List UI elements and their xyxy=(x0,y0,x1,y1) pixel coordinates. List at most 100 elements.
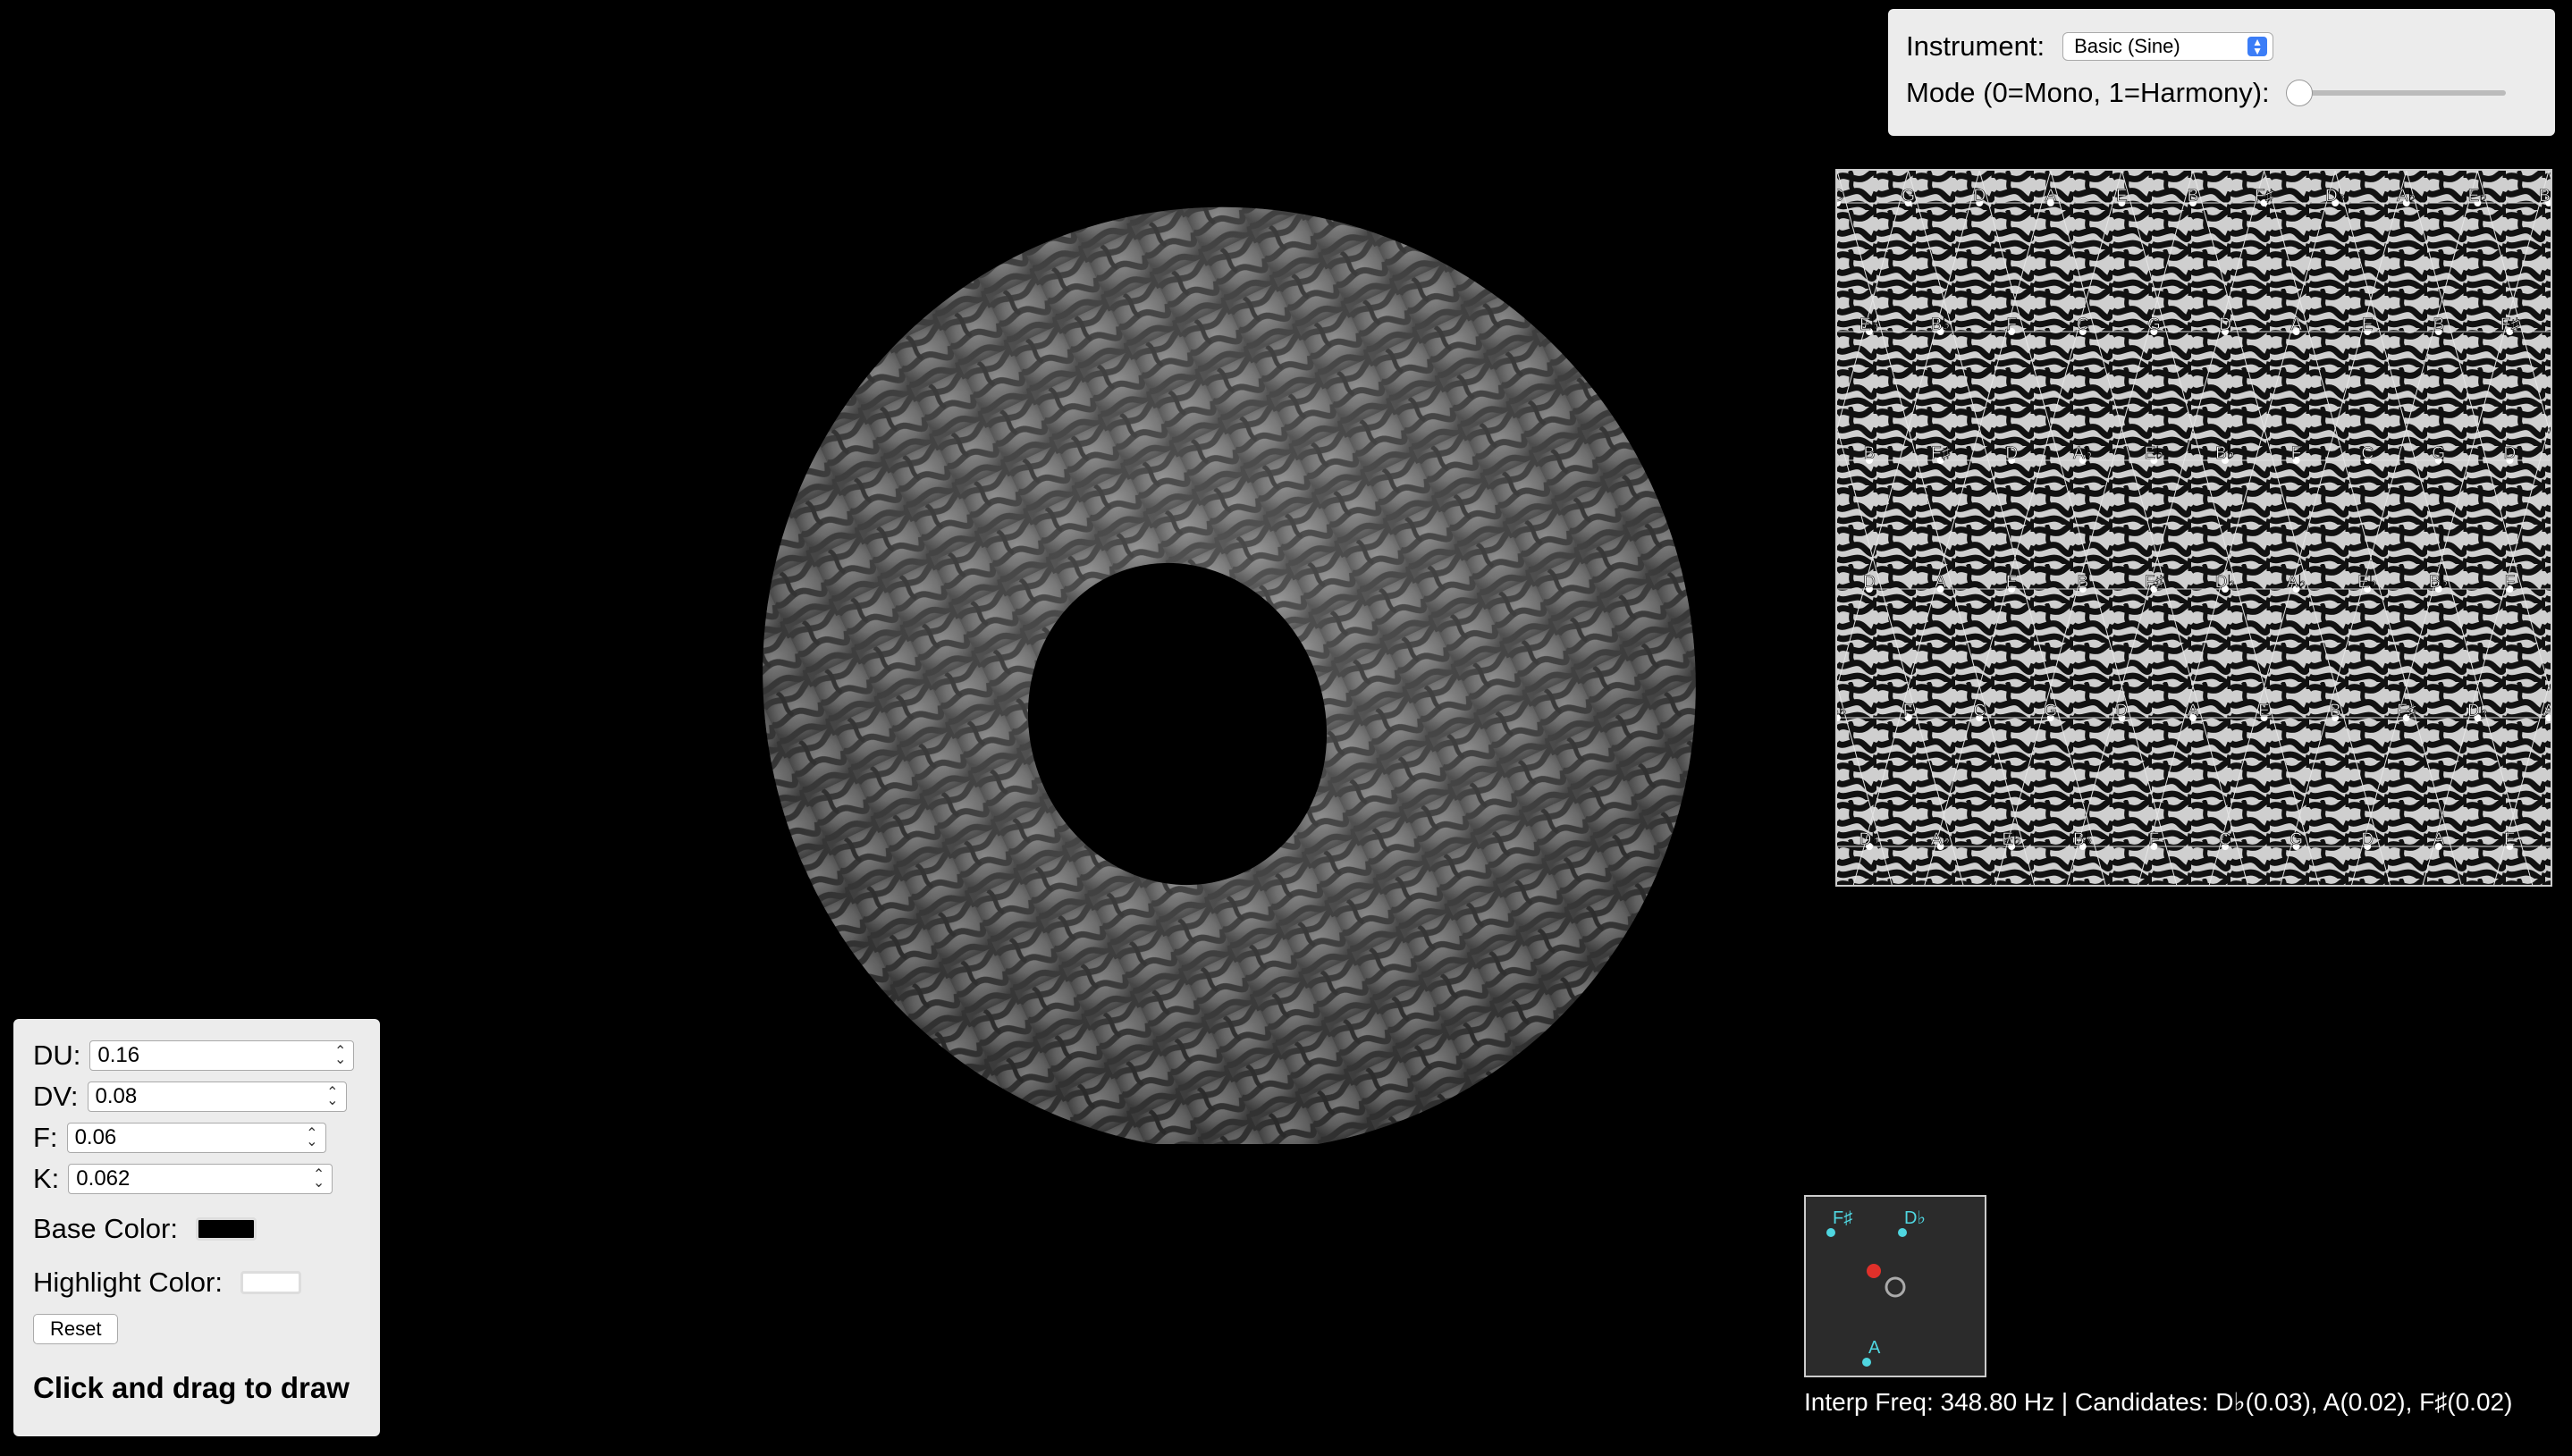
dv-row: DV: 0.08 ⌃ ⌄ xyxy=(33,1076,360,1117)
mini-node-label: A xyxy=(1868,1338,1881,1358)
note-label: G xyxy=(2147,316,2161,334)
note-label: E♭ xyxy=(2145,444,2164,463)
base-color-picker[interactable] xyxy=(195,1217,257,1241)
instrument-label: Instrument: xyxy=(1906,30,2045,62)
note-label: A♭ xyxy=(1931,830,1951,849)
note-label: F♯ xyxy=(2145,573,2163,592)
note-label: E♭ xyxy=(2468,187,2488,206)
note-label: D♭ xyxy=(2325,187,2346,206)
note-label: F♯ xyxy=(1931,444,1950,463)
instrument-row: Instrument: Basic (Sine) ▲ ▼ xyxy=(1906,23,2537,70)
note-label: F♯ xyxy=(2255,187,2273,206)
note-label: C xyxy=(2219,830,2231,849)
dv-input[interactable]: 0.08 ⌃ ⌄ xyxy=(87,1081,347,1112)
f-input[interactable]: 0.06 ⌃ ⌄ xyxy=(66,1123,326,1153)
note-label: A♭ xyxy=(2073,444,2093,463)
note-label: A xyxy=(2433,830,2444,849)
f-stepper-icon[interactable]: ⌃ ⌄ xyxy=(306,1127,317,1149)
mini-node xyxy=(1862,1358,1871,1367)
note-label: B xyxy=(2433,316,2444,334)
dv-label: DV: xyxy=(33,1081,79,1112)
note-label: A♭ xyxy=(2397,187,2416,206)
note-label: A xyxy=(2045,187,2056,206)
note-label: D xyxy=(2219,316,2231,334)
du-input[interactable]: 0.16 ⌃ ⌄ xyxy=(89,1040,355,1071)
note-label: E♭ xyxy=(2002,830,2021,849)
note-label: B♭ xyxy=(1837,702,1847,720)
note-label: A xyxy=(1935,573,1946,592)
note-label: F xyxy=(2149,830,2160,849)
draw-hint: Click and drag to draw xyxy=(33,1371,350,1404)
note-label: C xyxy=(2361,444,2374,463)
k-row: K: 0.062 ⌃ ⌄ xyxy=(33,1158,360,1199)
note-label: B♭ xyxy=(2215,444,2235,463)
f-value: 0.06 xyxy=(74,1125,117,1149)
note-label: D xyxy=(2116,702,2129,720)
highlight-color-row: Highlight Color: xyxy=(33,1258,360,1307)
note-label: F♯ xyxy=(2500,316,2519,334)
note-label: G xyxy=(2290,830,2303,849)
tonnetz-grid[interactable]: C G D A E B F♯ D♭ A♭ E♭ B♭ E♭ B♭ F C G D A E B F♯ B F♯ D A♭ E♭ B♭ F… xyxy=(1837,171,2551,885)
du-row: DU: 0.16 ⌃ ⌄ xyxy=(33,1035,360,1076)
k-value: 0.062 xyxy=(76,1166,131,1191)
f-label: F: xyxy=(33,1122,58,1153)
mini-node xyxy=(1826,1228,1835,1237)
grid-texture xyxy=(1837,171,2551,885)
note-label: D xyxy=(2005,444,2018,463)
note-label: E xyxy=(2504,830,2516,849)
parameters-panel: DU: 0.16 ⌃ ⌄ DV: 0.08 ⌃ ⌄ F: 0.06 ⌃ ⌄ K: 0.… xyxy=(13,1019,380,1436)
k-input[interactable]: 0.062 ⌃ ⌄ xyxy=(68,1164,333,1194)
note-label: B♭ xyxy=(2073,830,2093,849)
note-grid-panel[interactable]: C G D A E B F♯ D♭ A♭ E♭ B♭ E♭ B♭ F C G D A E B F♯ B F♯ D A♭ E♭ B♭ F… xyxy=(1835,169,2552,887)
mode-slider[interactable] xyxy=(2285,80,2506,106)
torus-render[interactable] xyxy=(742,179,1708,1152)
mini-node-label: F♯ xyxy=(1833,1208,1852,1228)
instrument-controls: Instrument: Basic (Sine) ▲ ▼ Mode (0=Mono… xyxy=(1888,9,2555,136)
mini-map[interactable]: F♯ D♭ A xyxy=(1804,1195,1986,1377)
note-label: D xyxy=(2361,830,2374,849)
note-label: C xyxy=(2077,316,2089,334)
note-label: F xyxy=(1903,702,1914,720)
mode-label: Mode (0=Mono, 1=Harmony): xyxy=(1906,77,2270,108)
note-label: F xyxy=(2006,316,2017,334)
note-label: G xyxy=(2432,444,2445,463)
note-label: G xyxy=(1902,187,1915,206)
note-label: F♯ xyxy=(2397,702,2416,720)
base-color-row: Base Color: xyxy=(33,1205,360,1253)
mini-node-label: D♭ xyxy=(1904,1208,1926,1228)
note-label: B♭ xyxy=(2429,573,2449,592)
note-label: E xyxy=(2116,187,2128,206)
instrument-select[interactable]: Basic (Sine) ▲ ▼ xyxy=(2062,32,2274,61)
highlight-color-picker[interactable] xyxy=(240,1271,301,1294)
reset-button[interactable]: Reset xyxy=(33,1314,119,1344)
note-label: F xyxy=(2505,573,2516,592)
note-label: D♭ xyxy=(1859,830,1880,849)
note-label: B♭ xyxy=(1931,316,1951,334)
k-stepper-icon[interactable]: ⌃ ⌄ xyxy=(313,1168,325,1191)
note-label: G xyxy=(2044,702,2057,720)
note-label: B xyxy=(2188,187,2199,206)
mode-slider-thumb[interactable] xyxy=(2285,80,2313,106)
note-label: D♭ xyxy=(2215,573,2236,592)
note-label: E xyxy=(2362,316,2374,334)
mini-map-canvas[interactable]: F♯ D♭ A xyxy=(1806,1197,1985,1376)
du-label: DU: xyxy=(33,1039,81,1071)
note-label: D xyxy=(2504,444,2517,463)
note-label: E xyxy=(2258,702,2270,720)
dv-stepper-icon[interactable]: ⌃ ⌄ xyxy=(326,1086,338,1108)
mini-node xyxy=(1898,1228,1907,1237)
du-stepper-icon[interactable]: ⌃ ⌄ xyxy=(334,1045,346,1067)
note-label: A xyxy=(2290,316,2302,334)
mode-row: Mode (0=Mono, 1=Harmony): xyxy=(1906,70,2537,116)
note-label: E xyxy=(2006,573,2018,592)
interp-freq-status: Interp Freq: 348.80 Hz | Candidates: D♭(… xyxy=(1804,1388,2513,1416)
note-label: E♭ xyxy=(1859,316,1879,334)
du-value: 0.16 xyxy=(97,1043,140,1067)
note-label: D xyxy=(1863,573,1876,592)
note-label: F xyxy=(2291,444,2302,463)
torus-viewport[interactable] xyxy=(742,179,1708,1152)
note-label: A xyxy=(2188,702,2199,720)
note-label: A xyxy=(2543,702,2551,720)
center-ring xyxy=(1885,1276,1906,1298)
note-label: A♭ xyxy=(2287,573,2306,592)
